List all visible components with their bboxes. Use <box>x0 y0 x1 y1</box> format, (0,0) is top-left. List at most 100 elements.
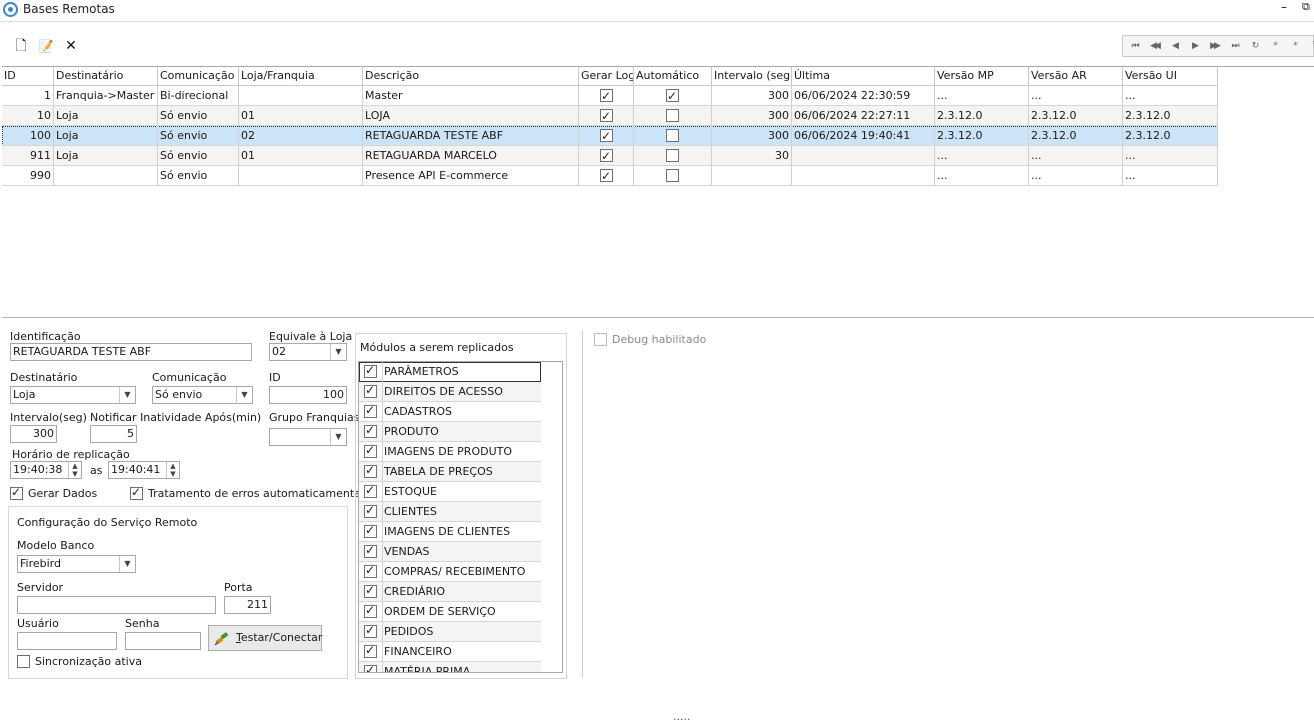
edit-record-button[interactable]: 📝 <box>37 37 55 55</box>
module-item[interactable]: COMPRAS/ RECEBIMENTO <box>359 562 541 582</box>
grupo-franquias-select[interactable]: ▼ <box>269 428 347 446</box>
module-item[interactable]: ORDEM DE SERVIÇO <box>359 602 541 622</box>
cell-com[interactable]: Só envio <box>158 126 239 146</box>
cell-auto[interactable] <box>634 86 712 106</box>
modelo-banco-select[interactable]: Firebird ▼ <box>17 555 136 573</box>
module-item[interactable]: TABELA DE PREÇOS <box>359 462 541 482</box>
cell-id[interactable]: 911 <box>2 146 54 166</box>
cell-dest[interactable]: Franquia->Master <box>54 86 158 106</box>
module-checkbox[interactable] <box>364 523 377 538</box>
cell-ultima[interactable]: 06/06/2024 22:27:11 <box>792 106 935 126</box>
prior-record-icon[interactable]: ◀ <box>1164 39 1184 53</box>
cell-desc[interactable]: Presence API E-commerce <box>363 166 579 186</box>
splitter-grip[interactable]: ..... <box>673 710 690 723</box>
prior-page-icon[interactable]: ◀◀ <box>1144 39 1164 53</box>
cell-mp[interactable]: ... <box>935 166 1029 186</box>
module-checkbox[interactable] <box>364 363 377 378</box>
cell-desc[interactable]: RETAGUARDA MARCELO <box>363 146 579 166</box>
tratamento-erros-checkbox[interactable] <box>130 485 143 500</box>
module-checkbox[interactable] <box>364 443 377 458</box>
module-checkbox[interactable] <box>364 543 377 558</box>
cell-loja[interactable]: 01 <box>239 146 363 166</box>
module-item[interactable]: ESTOQUE <box>359 482 541 502</box>
last-record-icon[interactable]: ⏭ <box>1224 39 1244 53</box>
sincronizacao-checkbox[interactable] <box>17 655 30 668</box>
module-item[interactable]: VENDAS <box>359 542 541 562</box>
cell-dest[interactable]: Loja <box>54 146 158 166</box>
cell-auto[interactable] <box>634 106 712 126</box>
restore-button[interactable]: ⧉ <box>1302 0 1314 20</box>
column-header[interactable]: Versão UI <box>1123 67 1218 86</box>
identificacao-field[interactable]: RETAGUARDA TESTE ABF <box>10 343 252 361</box>
cell-ui[interactable]: 2.3.12.0 <box>1123 106 1218 126</box>
notificar-field[interactable]: 5 <box>90 425 137 443</box>
table-row[interactable]: 990 Só envio Presence API E-commerce......… <box>2 166 1218 186</box>
module-checkbox[interactable] <box>364 423 377 438</box>
cell-log[interactable] <box>579 106 634 126</box>
module-checkbox[interactable] <box>364 383 377 398</box>
cell-ar[interactable]: ... <box>1029 86 1123 106</box>
cell-mp[interactable]: ... <box>935 86 1029 106</box>
cell-int[interactable]: 300 <box>712 126 792 146</box>
next-page-icon[interactable]: ▶▶ <box>1204 39 1224 53</box>
automatico-checkbox[interactable] <box>666 169 679 182</box>
table-row[interactable]: 911LojaSó envio01RETAGUARDA MARCELO 30...… <box>2 146 1218 166</box>
automatico-checkbox[interactable] <box>666 109 679 122</box>
cell-desc[interactable]: Master <box>363 86 579 106</box>
new-record-button[interactable]: 🗋 <box>12 37 30 55</box>
cell-mp[interactable]: 2.3.12.0 <box>935 126 1029 146</box>
automatico-checkbox[interactable] <box>666 129 679 142</box>
cell-com[interactable]: Bi-direcional <box>158 86 239 106</box>
gerar-log-checkbox[interactable] <box>600 167 613 185</box>
cell-ultima[interactable] <box>792 166 935 186</box>
cell-auto[interactable] <box>634 126 712 146</box>
cell-ar[interactable]: ... <box>1029 166 1123 186</box>
column-header[interactable]: Destinatário <box>54 67 158 86</box>
cell-ultima[interactable]: 06/06/2024 22:30:59 <box>792 86 935 106</box>
cell-int[interactable]: 300 <box>712 86 792 106</box>
chevron-down-icon[interactable]: ▼ <box>330 429 346 445</box>
horario-start-field[interactable]: 19:40:38 ▲ ▼ <box>10 461 82 479</box>
cell-loja[interactable]: 02 <box>239 126 363 146</box>
cell-loja[interactable] <box>239 166 363 186</box>
cell-com[interactable]: Só envio <box>158 166 239 186</box>
module-checkbox[interactable] <box>364 643 377 658</box>
chevron-down-icon[interactable]: ▼ <box>236 387 252 403</box>
gerar-log-checkbox[interactable] <box>600 127 613 145</box>
destinatario-select[interactable]: Loja ▼ <box>10 386 136 404</box>
gerar-log-checkbox[interactable] <box>600 107 613 125</box>
cell-ui[interactable]: ... <box>1123 146 1218 166</box>
servidor-field[interactable] <box>17 596 216 614</box>
column-header[interactable]: Descrição <box>363 67 579 86</box>
cell-auto[interactable] <box>634 166 712 186</box>
module-checkbox[interactable] <box>364 463 377 478</box>
cell-int[interactable] <box>712 166 792 186</box>
cell-loja[interactable]: 01 <box>239 106 363 126</box>
cell-log[interactable] <box>579 126 634 146</box>
column-header[interactable]: Intervalo (seg) <box>712 67 792 86</box>
cell-int[interactable]: 30 <box>712 146 792 166</box>
cell-log[interactable] <box>579 146 634 166</box>
module-item[interactable]: IMAGENS DE CLIENTES <box>359 522 541 542</box>
module-checkbox[interactable] <box>364 603 377 618</box>
module-checkbox[interactable] <box>364 503 377 518</box>
remote-bases-grid[interactable]: ID Destinatário Comunicação Loja/Franquia De… <box>2 66 1314 318</box>
module-checkbox[interactable] <box>364 583 377 598</box>
senha-field[interactable] <box>125 632 201 650</box>
first-record-icon[interactable]: ⏮ <box>1124 39 1144 53</box>
cell-desc[interactable]: LOJA <box>363 106 579 126</box>
column-header[interactable]: Versão AR <box>1029 67 1123 86</box>
cell-log[interactable] <box>579 86 634 106</box>
column-header[interactable]: Automático <box>634 67 712 86</box>
module-item[interactable]: MATÉRIA PRIMA <box>359 662 541 672</box>
insert-icon[interactable]: * <box>1264 39 1284 53</box>
usuario-field[interactable] <box>17 632 117 650</box>
table-row[interactable]: 100LojaSó envio02RETAGUARDA TESTE ABF 300… <box>2 126 1218 146</box>
chevron-down-icon[interactable]: ▼ <box>119 556 135 572</box>
cell-com[interactable]: Só envio <box>158 146 239 166</box>
module-item[interactable]: DIREITOS DE ACESSO <box>359 382 541 402</box>
module-item[interactable]: PARÂMETROS <box>359 362 541 382</box>
module-checkbox[interactable] <box>364 663 377 672</box>
cell-ultima[interactable]: 06/06/2024 19:40:41 <box>792 126 935 146</box>
cell-ui[interactable]: ... <box>1123 86 1218 106</box>
